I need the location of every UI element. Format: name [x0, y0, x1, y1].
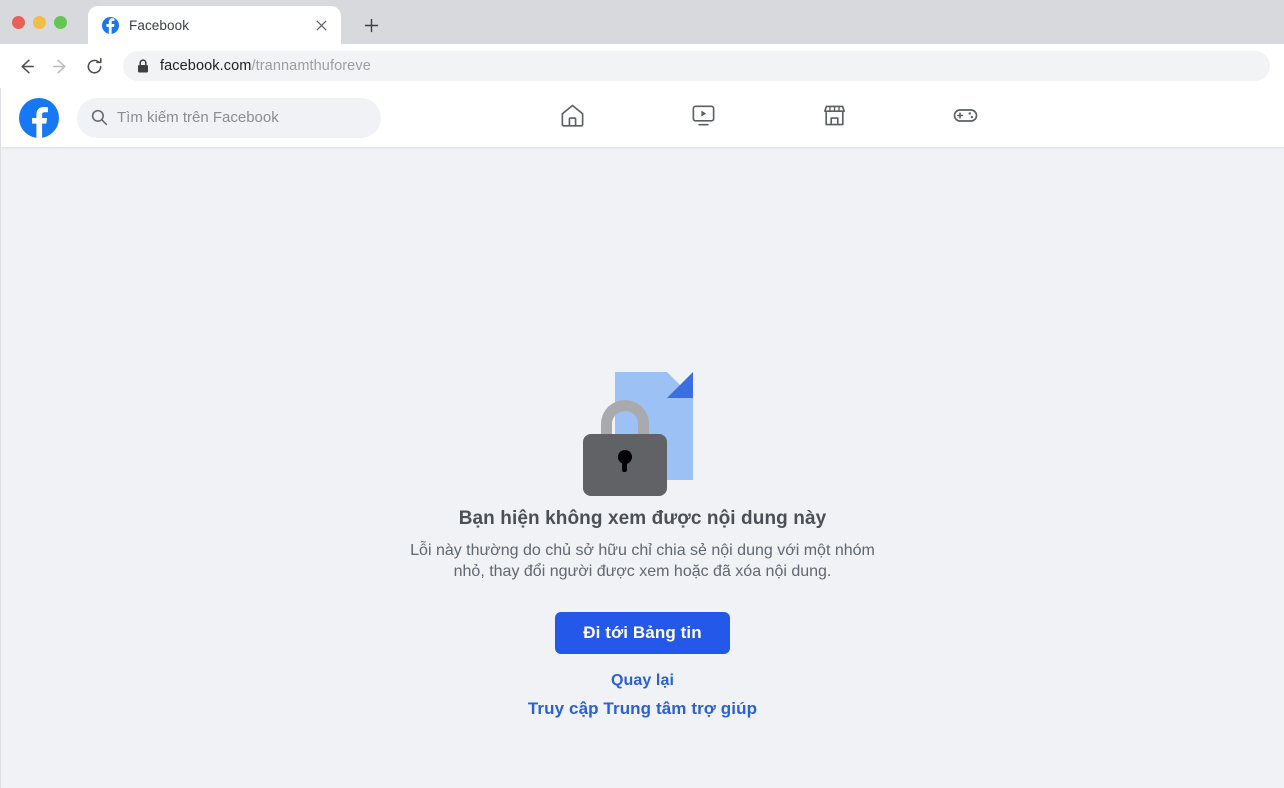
facebook-nav	[507, 88, 1031, 147]
back-button[interactable]	[10, 50, 42, 82]
address-bar-path: /trannamthuforeve	[251, 58, 371, 74]
minimize-window-button[interactable]	[33, 15, 46, 29]
nav-gaming[interactable]	[900, 88, 1031, 147]
browser-window: Facebook facebook.com/trannamthuforeve T…	[0, 0, 1284, 788]
facebook-icon	[102, 16, 119, 34]
nav-home[interactable]	[507, 88, 638, 147]
search-input[interactable]	[117, 109, 367, 126]
close-tab-button[interactable]	[311, 15, 331, 35]
lock-icon	[137, 59, 149, 73]
home-icon	[559, 102, 586, 134]
search-icon	[91, 109, 108, 126]
error-content: Bạn hiện không xem được nội dung này Lỗi…	[1, 147, 1284, 788]
address-bar-url: facebook.com/trannamthuforeve	[160, 58, 371, 74]
go-back-link[interactable]: Quay lại	[611, 672, 674, 690]
browser-tab-facebook[interactable]: Facebook	[88, 6, 341, 44]
error-description: Lỗi này thường do chủ sở hữu chỉ chia sẻ…	[410, 542, 875, 580]
locked-document-icon	[582, 372, 703, 496]
address-bar-host: facebook.com	[160, 58, 252, 74]
gamepad-icon	[952, 102, 979, 134]
store-icon	[821, 102, 848, 134]
go-to-news-feed-button[interactable]: Đi tới Bảng tin	[555, 612, 730, 654]
tab-strip: Facebook	[0, 0, 1284, 44]
new-tab-button[interactable]	[356, 10, 386, 40]
window-controls	[8, 0, 75, 44]
address-bar[interactable]: facebook.com/trannamthuforeve	[123, 51, 1270, 81]
page-viewport: Bạn hiện không xem được nội dung này Lỗi…	[0, 88, 1284, 788]
document-folded-corner	[666, 372, 693, 398]
help-center-link[interactable]: Truy cập Trung tâm trợ giúp	[528, 699, 757, 719]
facebook-logo[interactable]	[19, 97, 59, 138]
search-box[interactable]	[77, 97, 381, 138]
browser-toolbar: facebook.com/trannamthuforeve	[0, 44, 1284, 88]
error-title: Bạn hiện không xem được nội dung này	[458, 508, 827, 529]
nav-marketplace[interactable]	[769, 88, 900, 147]
forward-button[interactable]	[44, 50, 76, 82]
video-icon	[690, 102, 717, 134]
facebook-header	[1, 88, 1284, 147]
close-window-button[interactable]	[12, 15, 25, 29]
zoom-window-button[interactable]	[54, 15, 67, 29]
nav-watch[interactable]	[638, 88, 769, 147]
tab-title: Facebook	[129, 17, 190, 33]
reload-button[interactable]	[78, 50, 110, 82]
lock-keyhole-stem	[622, 458, 627, 472]
